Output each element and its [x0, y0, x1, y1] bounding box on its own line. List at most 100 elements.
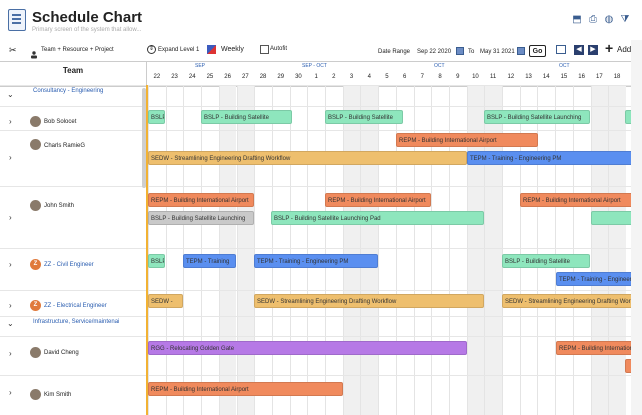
plus-icon[interactable]: + — [605, 41, 613, 55]
row-divider — [0, 336, 642, 337]
task-bar[interactable]: REPM - Building International Airport — [396, 133, 538, 147]
task-bar[interactable]: REPM - Building International Airport — [520, 193, 633, 207]
autofit-checkbox[interactable] — [260, 45, 269, 54]
grid-line — [572, 85, 574, 415]
task-bar[interactable]: SEDW - Streamlining Engineering Drafting… — [254, 294, 484, 308]
grid-line — [271, 85, 273, 415]
task-bar[interactable]: BSLP - Building Satellite Launching — [484, 110, 590, 124]
tools-icon[interactable]: ✂ — [9, 45, 17, 56]
task-bar[interactable] — [591, 211, 633, 225]
grid-line — [148, 85, 149, 415]
task-bar[interactable]: BSLP - Building Satellite Launching — [148, 211, 254, 225]
expand-icon[interactable]: ⇕ — [147, 45, 156, 54]
weekend-shade — [590, 85, 609, 415]
task-bar[interactable]: BSLP — [148, 254, 165, 268]
chevron-right-icon[interactable]: › — [9, 349, 12, 358]
weekend-shade — [236, 85, 255, 415]
day-label: 26 — [224, 74, 231, 80]
task-bar[interactable]: TEPM - Training - Engineering — [556, 272, 633, 286]
resource-name: David Cheng — [44, 350, 79, 356]
go-button[interactable]: Go — [529, 45, 546, 57]
avatar — [30, 389, 41, 400]
task-bar[interactable]: SEDW - — [148, 294, 183, 308]
task-bar[interactable]: BSLP - Building Satellite Launching Pad — [271, 211, 484, 225]
chevron-right-icon[interactable]: › — [9, 117, 12, 126]
app-header: Schedule Chart Primary screen of the sys… — [0, 0, 642, 40]
day-label: 7 — [420, 74, 425, 80]
task-bar[interactable]: TEPM - Training - Engineering PM — [254, 254, 378, 268]
grouping-select[interactable]: Team + Resource + Project — [41, 47, 114, 53]
row-divider — [0, 106, 642, 107]
weekend-shade — [342, 85, 361, 415]
month-label: SEP - OCT — [302, 63, 327, 69]
day-label: 17 — [596, 74, 603, 80]
chevron-right-icon[interactable]: › — [9, 213, 12, 222]
day-label: 27 — [242, 74, 249, 80]
avatar — [30, 347, 41, 358]
day-label: 30 — [295, 74, 302, 80]
weekly-select[interactable]: Weekly — [221, 46, 244, 53]
grid-line — [590, 85, 592, 415]
calendar-today-icon[interactable] — [556, 45, 566, 54]
task-bar[interactable]: TEPM - Training — [183, 254, 236, 268]
chevron-right-icon[interactable]: › — [9, 260, 12, 269]
grid-line — [289, 85, 291, 415]
day-label: 13 — [525, 74, 532, 80]
calendar-view-icon — [207, 45, 216, 54]
globe-icon[interactable]: ◍ — [604, 15, 614, 25]
task-bar[interactable]: BSLP — [148, 110, 165, 124]
chevron-down-icon[interactable]: ⌄ — [7, 90, 14, 99]
task-bar[interactable]: REPM - Building International Airport — [325, 193, 431, 207]
chevron-right-icon[interactable]: › — [9, 153, 12, 162]
day-label: 1 — [314, 74, 318, 80]
row-divider — [0, 248, 642, 249]
expand-level-button[interactable]: Expand Level 1 — [158, 47, 199, 53]
day-label: 9 — [456, 74, 460, 80]
day-label: 15 — [560, 74, 568, 80]
avatar: Z — [30, 259, 41, 270]
grid-line — [218, 85, 220, 415]
day-label: 10 — [472, 74, 479, 80]
print-icon[interactable]: ⎙ — [588, 15, 598, 25]
start-date-input[interactable]: Sep 22 2020 — [417, 49, 451, 55]
task-bar[interactable]: SEDW - Streamlining Engineering Drafting… — [502, 294, 633, 308]
add-button[interactable]: Add — [617, 45, 631, 54]
row-divider — [0, 290, 642, 291]
day-label: 28 — [259, 74, 267, 80]
resource-name: ZZ - Civil Engineer — [44, 262, 94, 268]
avatar — [30, 139, 41, 150]
task-bar[interactable]: BSLP - Building Satellite — [502, 254, 590, 268]
resource-name: John Smith — [44, 203, 75, 209]
day-label: 12 — [507, 74, 515, 80]
calendar-icon[interactable] — [517, 47, 525, 55]
filter-icon[interactable]: ⧩ — [620, 15, 630, 25]
chevron-down-icon[interactable]: ⌄ — [7, 319, 14, 328]
grid-line — [236, 85, 238, 415]
export-icon[interactable]: ⬒ — [572, 15, 582, 25]
calendar-icon[interactable] — [456, 47, 464, 55]
task-bar[interactable]: BSLP - Building Satellite — [325, 110, 403, 124]
month-label: OCT — [434, 63, 445, 69]
grid-line — [555, 85, 557, 415]
chevron-right-icon[interactable]: › — [9, 301, 12, 310]
task-bar[interactable]: SEDW - Streamlining Engineering Drafting… — [148, 151, 467, 165]
task-bar[interactable]: REPM - Building International Airport — [148, 193, 254, 207]
day-label: 24 — [188, 74, 196, 80]
row-divider — [0, 375, 642, 376]
prev-icon[interactable]: ◀ — [574, 45, 584, 55]
task-bar[interactable]: TEPM - Training - Engineering PM — [467, 151, 633, 165]
task-bar[interactable]: RGG - Relocating Golden Gate — [148, 341, 467, 355]
day-label: 23 — [171, 74, 178, 80]
schedule-app-icon — [8, 9, 26, 31]
next-icon[interactable]: ▶ — [588, 45, 598, 55]
task-bar[interactable]: REPM - Building International — [556, 341, 633, 355]
chevron-right-icon[interactable]: › — [9, 388, 12, 397]
day-label: 8 — [438, 74, 442, 80]
team-resource-icon — [30, 46, 38, 59]
day-label: 14 — [542, 74, 550, 80]
task-bar[interactable]: BSLP - Building Satellite — [201, 110, 292, 124]
end-date-input[interactable]: May 31 2021 — [480, 49, 515, 55]
day-label: 25 — [206, 74, 214, 80]
task-bar[interactable]: REPM - Building International Airport — [148, 382, 343, 396]
right-scrollbar[interactable] — [631, 40, 642, 415]
